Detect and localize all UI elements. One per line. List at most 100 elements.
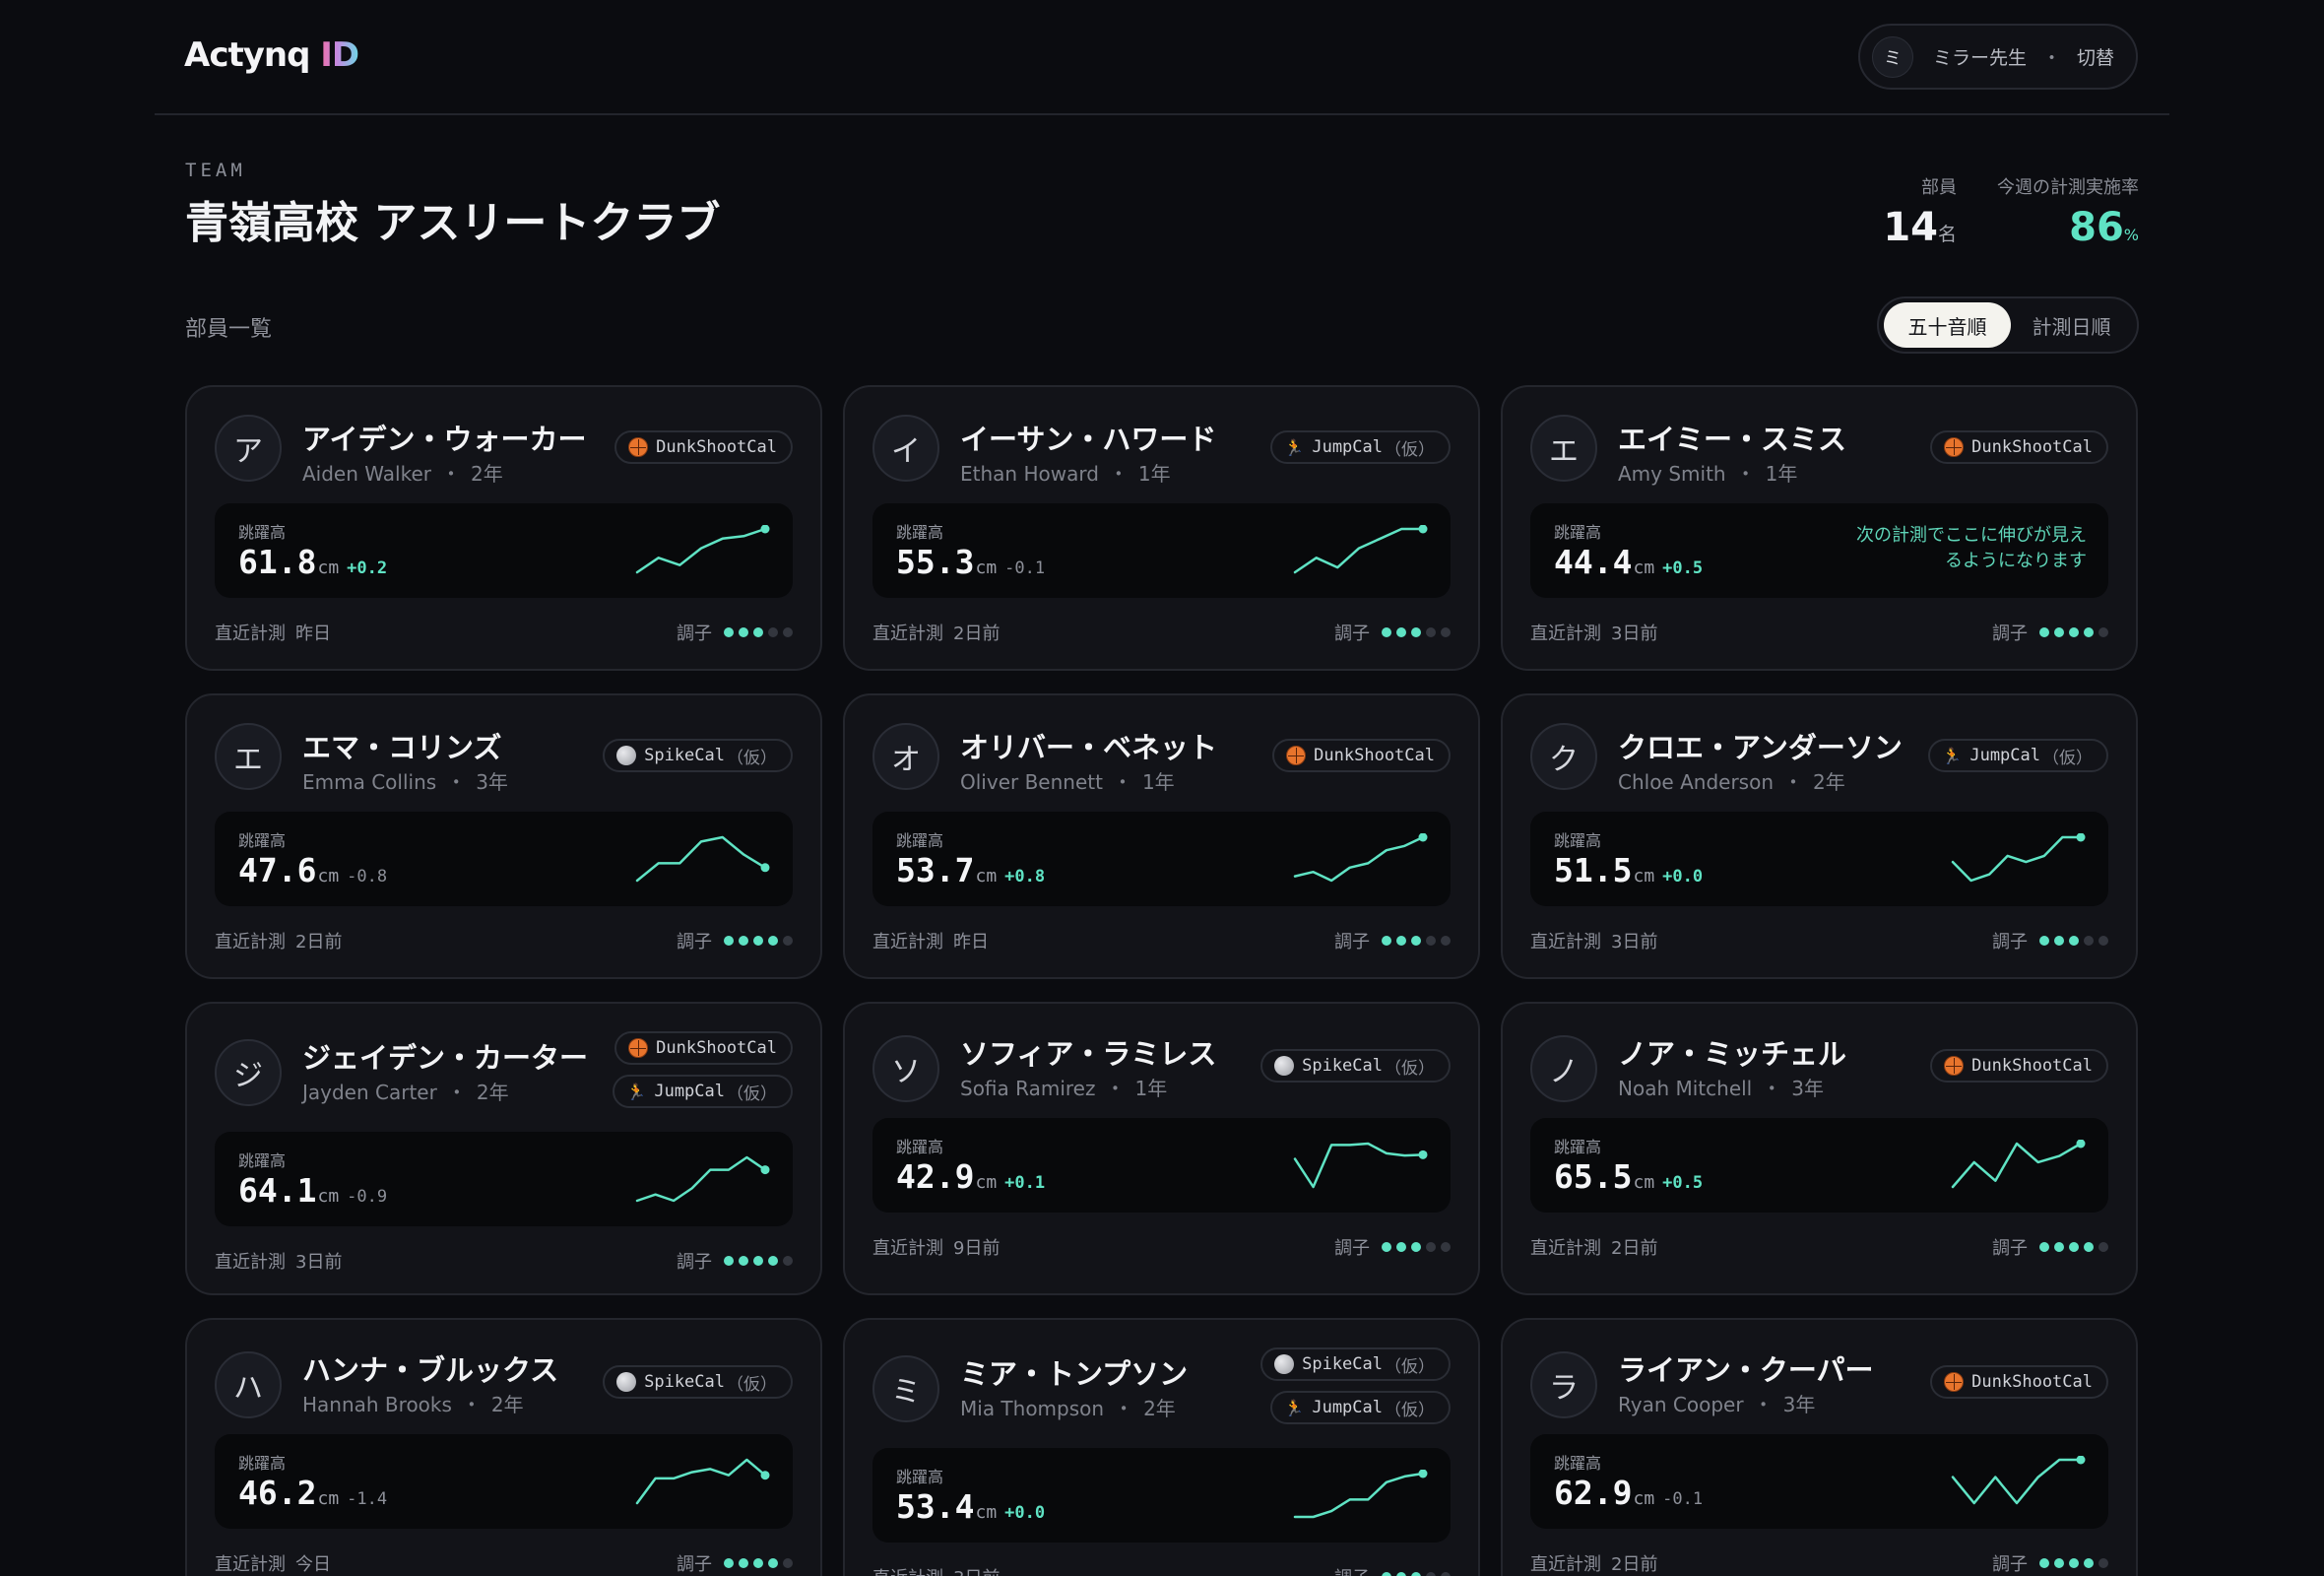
member-card[interactable]: ミミア・トンプソン Mia Thompson ・ 2年 SpikeCal （仮） 🏃 Jump… — [843, 1318, 1480, 1576]
app-tag[interactable]: 🏃 JumpCal （仮） — [1270, 1391, 1451, 1424]
member-name: クロエ・アンダーソン — [1618, 731, 1903, 764]
app-tag[interactable]: DunkShootCal — [614, 430, 793, 464]
member-card[interactable]: ハハンナ・ブルックス Hannah Brooks ・ 2年 SpikeCal （仮） 跳躍高… — [185, 1318, 822, 1576]
volleyball-icon — [1274, 1354, 1295, 1374]
avatar: エ — [215, 723, 282, 790]
app-tag[interactable]: DunkShootCal — [1930, 1365, 2108, 1399]
metric-delta: +0.2 — [347, 558, 388, 578]
member-card[interactable]: エエマ・コリンズ Emma Collins ・ 3年 SpikeCal （仮） 跳躍高 47.… — [185, 693, 822, 979]
app-tags: SpikeCal （仮） — [603, 739, 793, 772]
condition-indicator: 調子 — [677, 1550, 793, 1576]
app-tag[interactable]: 🏃 JumpCal （仮） — [1928, 739, 2108, 772]
app-tags: SpikeCal （仮） — [1260, 1049, 1451, 1083]
app-tag[interactable]: SpikeCal （仮） — [1260, 1049, 1451, 1083]
condition-dot — [753, 936, 763, 946]
app-tag-label: JumpCal — [1312, 1398, 1383, 1417]
condition-dot — [2069, 1558, 2079, 1568]
metric-label: 跳躍高 — [238, 1151, 287, 1170]
member-card[interactable]: アアイデン・ウォーカー Aiden Walker ・ 2年 DunkShootCal 跳躍… — [185, 385, 822, 671]
metric-value: 53.4cm +0.0 — [896, 1487, 1046, 1526]
metric-value: 47.6cm -0.8 — [238, 851, 388, 889]
condition-dot — [1396, 936, 1406, 946]
metric-delta: +0.5 — [1662, 558, 1704, 578]
app-tag[interactable]: 🏃 JumpCal （仮） — [613, 1075, 793, 1108]
trend-sparkline — [1293, 1470, 1428, 1519]
app-tag[interactable]: SpikeCal （仮） — [603, 1365, 793, 1399]
condition-dot — [753, 627, 763, 637]
app-tags: DunkShootCal — [1930, 1049, 2108, 1083]
last-measured: 直近計測 2日前 — [1530, 1238, 1658, 1259]
section-label: 部員一覧 — [185, 317, 273, 342]
app-tags: SpikeCal （仮） 🏃 JumpCal （仮） — [1260, 1347, 1451, 1424]
sparkline-last-point — [760, 1165, 770, 1175]
last-measured: 直近計測 今日 — [215, 1554, 331, 1575]
sort-by-name-button[interactable]: 五十音順 — [1884, 302, 2011, 348]
member-card[interactable]: ククロエ・アンダーソン Chloe Anderson ・ 2年 🏃 JumpCal （仮） 跳… — [1501, 693, 2138, 979]
basketball-icon — [1944, 1372, 1965, 1392]
condition-dot — [1441, 936, 1451, 946]
metric-value: 53.7cm +0.8 — [896, 851, 1046, 889]
metric-delta: -0.8 — [347, 867, 388, 886]
app-tag-label: DunkShootCal — [1971, 437, 2093, 457]
basketball-icon — [1286, 746, 1307, 765]
trend-sparkline — [1293, 833, 1428, 883]
trend-sparkline — [1951, 1456, 2086, 1505]
app-tags: 🏃 JumpCal （仮） — [1270, 430, 1451, 464]
condition-dot — [1426, 627, 1436, 637]
member-name: ノア・ミッチェル — [1618, 1037, 1847, 1071]
member-card[interactable]: オオリバー・ベネット Oliver Bennett ・ 1年 DunkShootCal 跳… — [843, 693, 1480, 979]
sparkline-path — [1293, 1472, 1425, 1519]
member-card[interactable]: イイーサン・ハワード Ethan Howard ・ 1年 🏃 JumpCal （仮） 跳躍高 5… — [843, 385, 1480, 671]
separator: ・ — [2042, 47, 2062, 69]
members-stat: 部員 14名 — [1883, 173, 1957, 250]
condition-dot — [1411, 1242, 1421, 1252]
condition-dot — [1441, 627, 1451, 637]
sparkline-last-point — [1418, 1470, 1428, 1478]
member-name: アイデン・ウォーカー — [302, 423, 587, 456]
app-tag[interactable]: DunkShootCal — [614, 1031, 793, 1065]
member-subtitle: Ryan Cooper ・ 3年 — [1618, 1393, 1816, 1416]
member-subtitle: Hannah Brooks ・ 2年 — [302, 1393, 524, 1416]
sparkline-path — [1951, 1458, 2083, 1505]
provisional-label: （仮） — [727, 1084, 777, 1104]
metric-value: 65.5cm +0.5 — [1554, 1157, 1704, 1196]
app-tag[interactable]: DunkShootCal — [1272, 739, 1451, 772]
condition-indicator: 調子 — [1334, 1234, 1451, 1260]
sparkline-last-point — [760, 863, 770, 873]
condition-dot — [1441, 1572, 1451, 1576]
member-card[interactable]: ノノア・ミッチェル Noah Mitchell ・ 3年 DunkShootCal 跳躍高… — [1501, 1002, 2138, 1295]
avatar: ノ — [1530, 1035, 1597, 1102]
sparkline-last-point — [1418, 1149, 1428, 1159]
condition-indicator: 調子 — [1992, 1550, 2108, 1576]
metric-label: 跳躍高 — [896, 1468, 944, 1486]
member-name: ジェイデン・カーター — [302, 1041, 589, 1075]
condition-dots — [724, 936, 793, 946]
avatar: ア — [215, 415, 282, 482]
metric-label: 跳躍高 — [1554, 1454, 1602, 1473]
app-tag[interactable]: DunkShootCal — [1930, 1049, 2108, 1083]
app-logo[interactable]: Actynq ID — [184, 35, 359, 75]
sparkline-path — [635, 527, 767, 574]
member-subtitle: Amy Smith ・ 1年 — [1618, 462, 1798, 486]
trend-sparkline — [1951, 1140, 2086, 1189]
app-tag[interactable]: 🏃 JumpCal （仮） — [1270, 430, 1451, 464]
app-tag[interactable]: DunkShootCal — [1930, 430, 2108, 464]
user-switch-button[interactable]: ミ ミラー先生 ・ 切替 — [1858, 24, 2138, 90]
metric-label: 跳躍高 — [896, 523, 944, 542]
member-card[interactable]: ジジェイデン・カーター Jayden Carter ・ 2年 DunkShootCal 🏃… — [185, 1002, 822, 1295]
condition-indicator: 調子 — [677, 620, 793, 645]
members-stat-value: 14名 — [1883, 205, 1957, 250]
member-card[interactable]: ソソフィア・ラミレス Sofia Ramirez ・ 1年 SpikeCal （仮） 跳躍高… — [843, 1002, 1480, 1295]
sort-by-date-button[interactable]: 計測日順 — [2011, 302, 2132, 348]
jump-height-panel: 跳躍高 51.5cm +0.0 — [1530, 812, 2108, 906]
sparkline-path — [635, 835, 767, 883]
condition-dot — [739, 627, 748, 637]
member-card[interactable]: ラライアン・クーパー Ryan Cooper ・ 3年 DunkShootCal 跳躍高 6… — [1501, 1318, 2138, 1576]
member-subtitle: Chloe Anderson ・ 2年 — [1618, 770, 1845, 794]
app-tags: DunkShootCal — [1272, 739, 1451, 772]
member-card[interactable]: エエイミー・スミス Amy Smith ・ 1年 DunkShootCal 跳躍高 44.4… — [1501, 385, 2138, 671]
app-tag[interactable]: SpikeCal （仮） — [1260, 1347, 1451, 1381]
condition-dot — [2098, 936, 2108, 946]
metric-delta: -0.1 — [1662, 1489, 1704, 1509]
app-tag[interactable]: SpikeCal （仮） — [603, 739, 793, 772]
